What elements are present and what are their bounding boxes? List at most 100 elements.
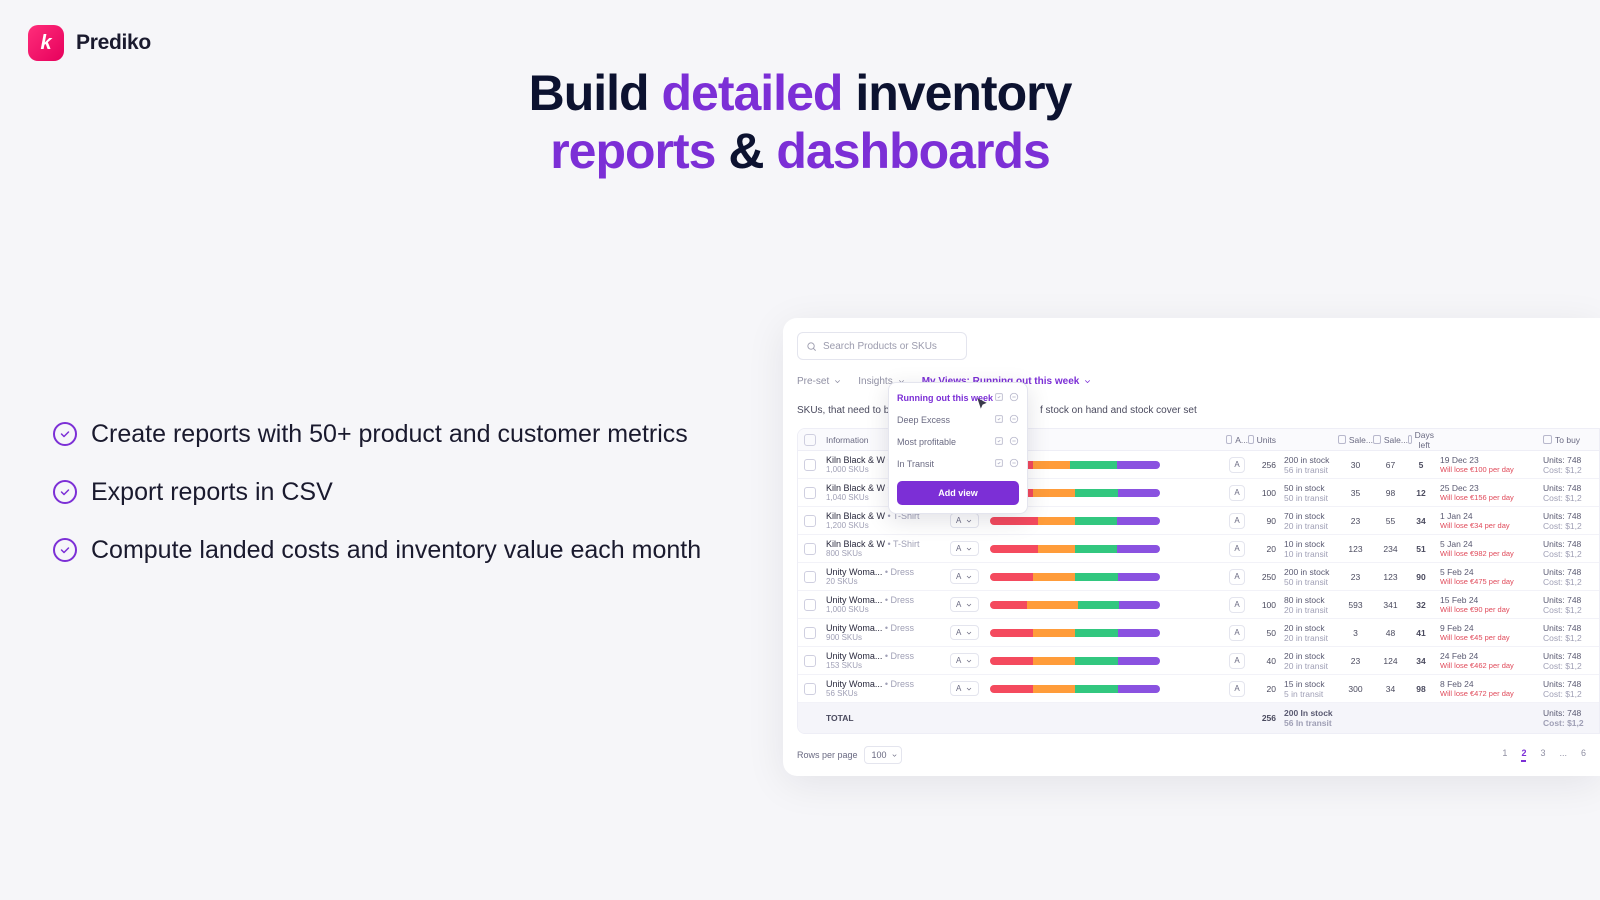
days-cell: 32 (1408, 600, 1434, 610)
category-pill[interactable]: A (950, 513, 979, 528)
check-icon (53, 538, 77, 562)
sale1-cell: 23 (1338, 572, 1373, 582)
product-name[interactable]: Unity Woma... • Dress (826, 623, 950, 633)
category-pill[interactable]: A (950, 597, 979, 612)
dropdown-item[interactable]: Running out this week (889, 387, 1027, 409)
sale1-cell: 300 (1338, 684, 1373, 694)
edit-icon[interactable] (994, 436, 1004, 448)
row-checkbox[interactable] (804, 459, 816, 471)
units-cell: 100 (1248, 488, 1280, 498)
cursor-icon (975, 396, 989, 412)
category-pill[interactable]: A (950, 653, 979, 668)
units-cell: 256 (1248, 460, 1280, 470)
row-checkbox[interactable] (804, 543, 816, 555)
page-link[interactable]: 6 (1581, 748, 1586, 762)
category-pill[interactable]: A (950, 541, 979, 556)
edit-icon[interactable] (994, 414, 1004, 426)
stock-bar (990, 545, 1160, 553)
row-checkbox[interactable] (804, 655, 816, 667)
remove-icon[interactable] (1009, 414, 1019, 426)
page-link[interactable]: ... (1559, 748, 1567, 762)
units-cell: 50 (1248, 628, 1280, 638)
col-sale2[interactable]: Sale... (1373, 435, 1408, 445)
sale2-cell: 124 (1373, 656, 1408, 666)
category-pill[interactable]: A (950, 625, 979, 640)
row-checkbox[interactable] (804, 515, 816, 527)
table-row: Unity Woma... • Dress56 SKUs A A 20 15 i… (798, 675, 1599, 703)
brand-logo: k Prediko (28, 25, 151, 61)
total-row: TOTAL 256 200 In stock56 In transit Unit… (798, 703, 1599, 733)
pagination: 123... 6 (1502, 748, 1586, 762)
table-row: Unity Woma... • Dress900 SKUs A A 50 20 … (798, 619, 1599, 647)
remove-icon[interactable] (1009, 458, 1019, 470)
stock-bar (990, 685, 1160, 693)
sale1-cell: 23 (1338, 516, 1373, 526)
stock-bar (990, 573, 1160, 581)
bullet-text: Create reports with 50+ product and cust… (91, 418, 688, 452)
abc-badge: A (1229, 597, 1245, 613)
chevron-down-icon (891, 752, 898, 759)
row-checkbox[interactable] (804, 627, 816, 639)
chevron-down-icon (833, 377, 842, 386)
row-checkbox[interactable] (804, 571, 816, 583)
product-name[interactable]: Unity Woma... • Dress (826, 595, 950, 605)
bullet-text: Export reports in CSV (91, 476, 333, 510)
page-link[interactable]: 2 (1521, 748, 1526, 762)
add-view-button[interactable]: Add view (897, 481, 1019, 505)
col-abc[interactable]: A... (1226, 435, 1248, 445)
row-checkbox[interactable] (804, 487, 816, 499)
category-pill[interactable]: A (950, 569, 979, 584)
abc-badge: A (1229, 569, 1245, 585)
units-cell: 20 (1248, 544, 1280, 554)
days-cell: 12 (1408, 488, 1434, 498)
edit-icon[interactable] (994, 392, 1004, 404)
col-days[interactable]: Days left (1408, 430, 1434, 450)
sale2-cell: 234 (1373, 544, 1408, 554)
page-link[interactable]: 3 (1540, 748, 1545, 762)
abc-badge: A (1229, 681, 1245, 697)
product-name[interactable]: Kiln Black & W • T-Shirt (826, 539, 950, 549)
stock-bar (990, 657, 1160, 665)
sale2-cell: 34 (1373, 684, 1408, 694)
dropdown-item[interactable]: Deep Excess (889, 409, 1027, 431)
units-cell: 100 (1248, 600, 1280, 610)
sale2-cell: 55 (1373, 516, 1408, 526)
sale2-cell: 48 (1373, 628, 1408, 638)
category-pill[interactable]: A (950, 681, 979, 696)
feature-bullet: Compute landed costs and inventory value… (53, 534, 713, 568)
units-cell: 250 (1248, 572, 1280, 582)
remove-icon[interactable] (1009, 392, 1019, 404)
rows-per-page-select[interactable]: 100 (864, 746, 902, 764)
stock-bar (990, 517, 1160, 525)
sale1-cell: 30 (1338, 460, 1373, 470)
edit-icon[interactable] (994, 458, 1004, 470)
logo-mark: k (28, 25, 64, 61)
col-sale1[interactable]: Sale... (1338, 435, 1373, 445)
tab-preset[interactable]: Pre-set (797, 376, 842, 387)
rows-per-page: Rows per page 100 (797, 746, 902, 764)
units-cell: 40 (1248, 656, 1280, 666)
abc-badge: A (1229, 457, 1245, 473)
select-all-checkbox[interactable] (804, 434, 816, 446)
feature-bullets: Create reports with 50+ product and cust… (53, 418, 713, 591)
product-name[interactable]: Unity Woma... • Dress (826, 567, 950, 577)
row-checkbox[interactable] (804, 683, 816, 695)
product-name[interactable]: Unity Woma... • Dress (826, 679, 950, 689)
sale1-cell: 23 (1338, 656, 1373, 666)
abc-badge: A (1229, 541, 1245, 557)
search-input[interactable]: Search Products or SKUs (797, 332, 967, 360)
chevron-down-icon (1083, 377, 1092, 386)
dropdown-item[interactable]: In Transit (889, 453, 1027, 475)
page-link[interactable]: 1 (1502, 748, 1507, 762)
product-name[interactable]: Unity Woma... • Dress (826, 651, 950, 661)
feature-bullet: Create reports with 50+ product and cust… (53, 418, 713, 452)
col-buy[interactable]: To buy (1539, 435, 1599, 445)
row-checkbox[interactable] (804, 599, 816, 611)
app-screenshot: Search Products or SKUs Pre-set Insights… (783, 318, 1600, 776)
days-cell: 51 (1408, 544, 1434, 554)
table-row: Unity Woma... • Dress153 SKUs A A 40 20 … (798, 647, 1599, 675)
sale1-cell: 593 (1338, 600, 1373, 610)
remove-icon[interactable] (1009, 436, 1019, 448)
col-units[interactable]: Units (1248, 435, 1280, 445)
dropdown-item[interactable]: Most profitable (889, 431, 1027, 453)
